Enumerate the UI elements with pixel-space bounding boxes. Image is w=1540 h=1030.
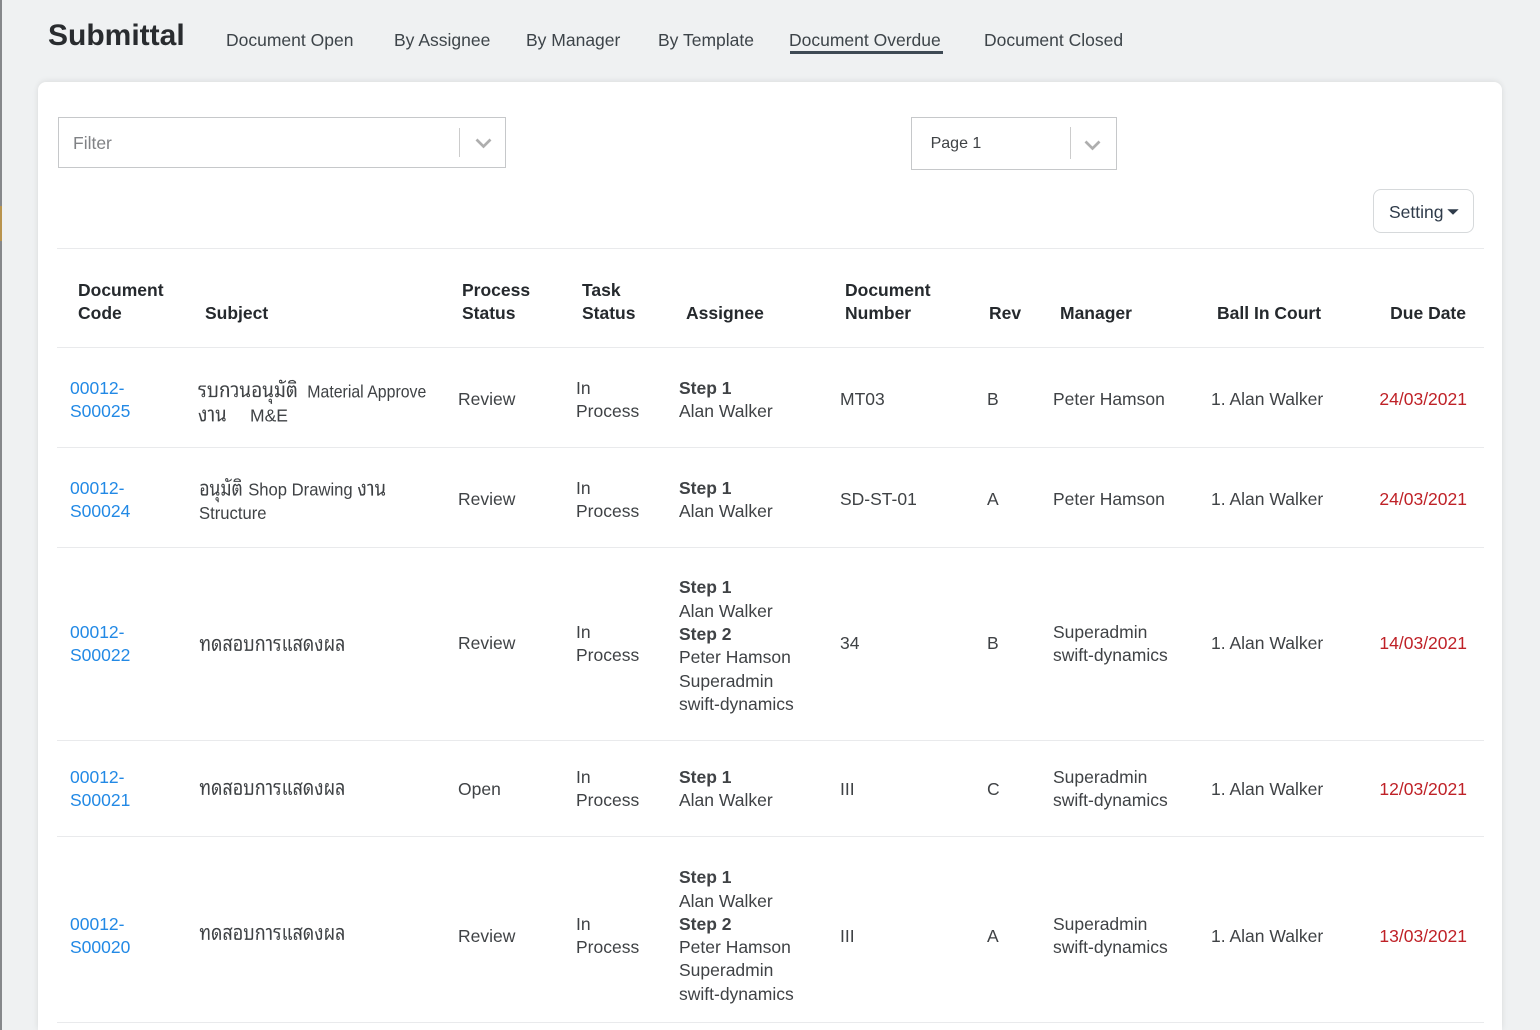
svg-text:M&E: M&E (250, 406, 288, 426)
svg-text:Shop Drawing: Shop Drawing (248, 480, 353, 500)
svg-text:Material Approve: Material Approve (307, 381, 426, 401)
svg-text:Structure: Structure (199, 503, 267, 523)
